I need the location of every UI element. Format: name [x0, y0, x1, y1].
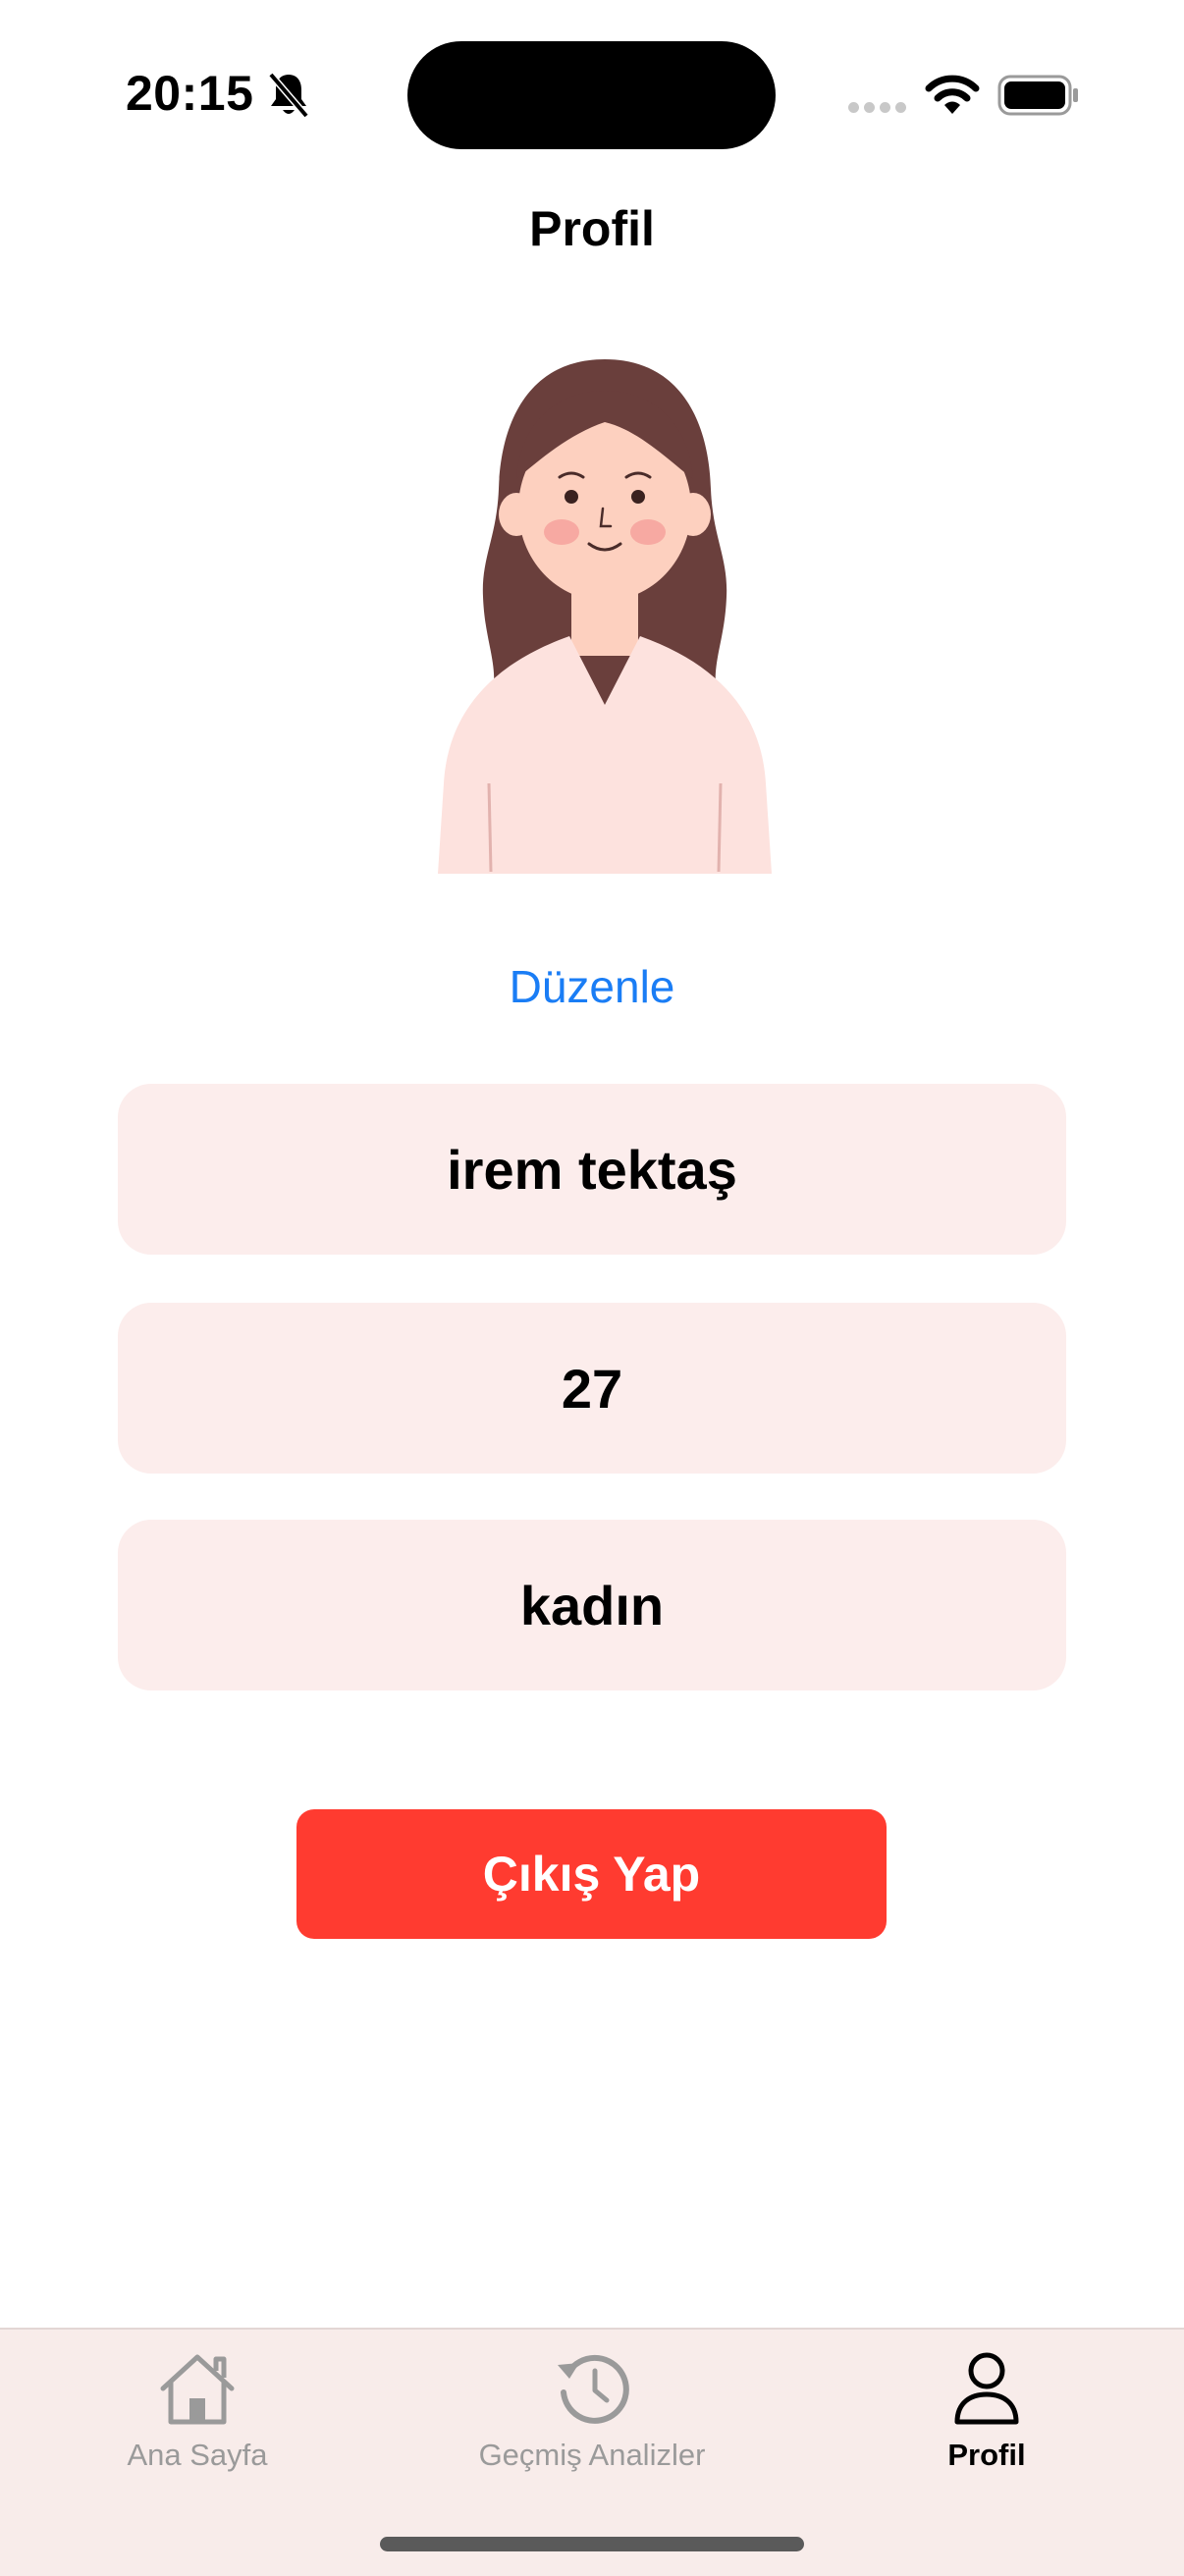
tab-home[interactable]: Ana Sayfa	[0, 2330, 395, 2496]
tab-profile-label: Profil	[947, 2438, 1026, 2472]
edit-profile-link[interactable]: Düzenle	[0, 960, 1184, 1013]
tab-bar: Ana Sayfa Geçmiş Analizler Profil	[0, 2328, 1184, 2576]
tab-profile[interactable]: Profil	[789, 2330, 1184, 2496]
dynamic-island	[407, 41, 776, 149]
age-field: 27	[118, 1303, 1066, 1474]
battery-icon	[997, 75, 1078, 116]
tab-history-label: Geçmiş Analizler	[478, 2438, 706, 2472]
avatar	[438, 359, 772, 874]
tab-history[interactable]: Geçmiş Analizler	[395, 2330, 789, 2496]
logout-button[interactable]: Çıkış Yap	[296, 1809, 887, 1939]
wifi-icon	[925, 75, 980, 114]
home-indicator	[380, 2537, 804, 2551]
bell-slash-icon	[268, 72, 309, 119]
history-clock-icon	[558, 2354, 629, 2424]
page-title: Profil	[529, 201, 655, 256]
status-time: 20:15	[126, 66, 254, 121]
name-field: irem tektaş	[118, 1084, 1066, 1255]
house-icon	[160, 2354, 235, 2425]
tab-home-label: Ana Sayfa	[127, 2438, 268, 2472]
gender-field: kadın	[118, 1520, 1066, 1690]
person-icon	[954, 2352, 1019, 2425]
signal-dots-icon	[848, 102, 906, 113]
